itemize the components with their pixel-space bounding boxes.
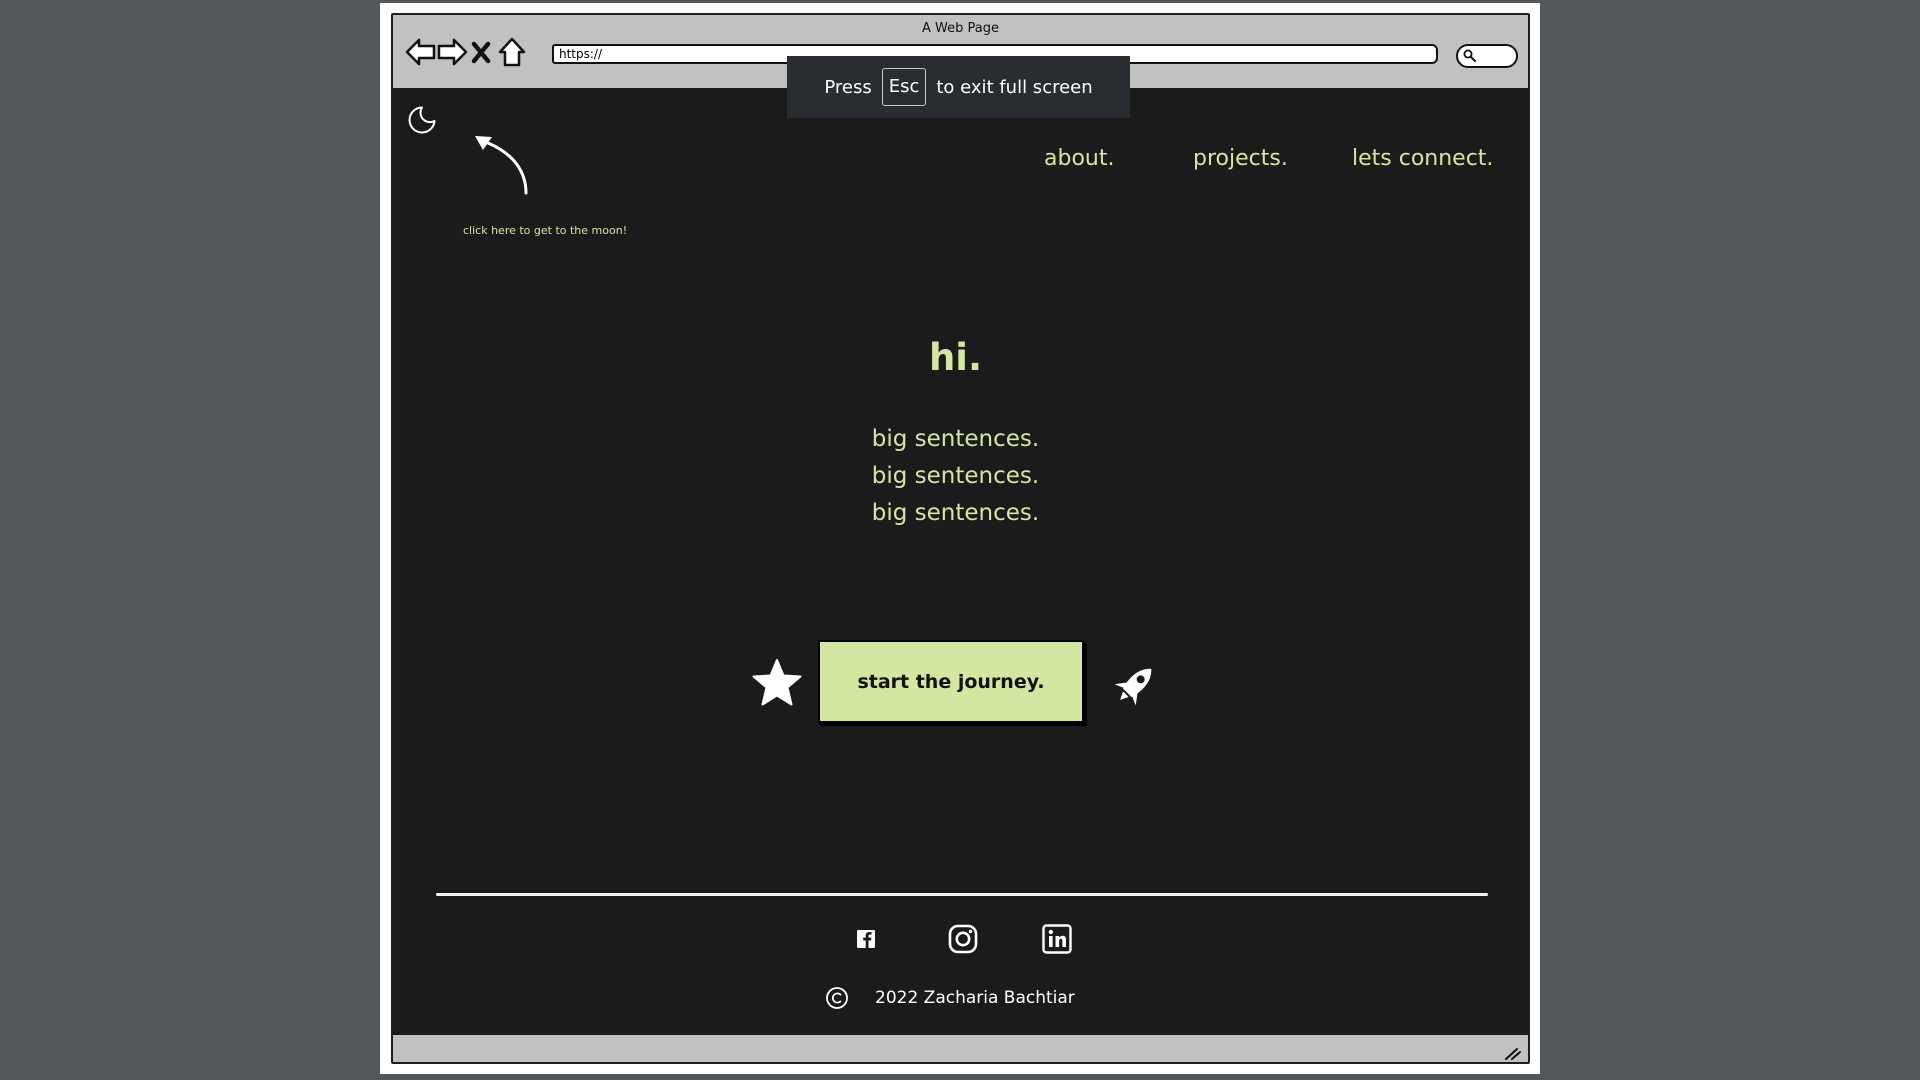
hero-lines: big sentences. big sentences. big senten… xyxy=(393,421,1528,532)
nav-projects-link[interactable]: projects. xyxy=(1193,146,1288,171)
instagram-icon[interactable] xyxy=(947,923,979,955)
star-icon xyxy=(752,659,802,706)
fullscreen-notice: Press Esc to exit full screen xyxy=(787,56,1130,118)
forward-button[interactable] xyxy=(435,35,469,69)
start-journey-button[interactable]: start the journey. xyxy=(818,640,1084,723)
url-text: https:// xyxy=(559,47,603,61)
browser-search-field[interactable] xyxy=(1456,44,1518,68)
page-viewport: click here to get to the moon! about. pr… xyxy=(393,88,1528,1035)
close-icon xyxy=(471,41,491,64)
moon-icon[interactable] xyxy=(407,105,437,135)
arrow-left-icon xyxy=(405,38,436,66)
home-icon xyxy=(498,37,526,67)
rocket-icon xyxy=(1114,668,1152,706)
facebook-icon[interactable] xyxy=(850,923,882,955)
browser-window: A Web Page https:// click here to get to… xyxy=(391,13,1530,1064)
search-icon xyxy=(1463,49,1476,62)
nav-about-link[interactable]: about. xyxy=(1044,146,1114,171)
fullscreen-notice-after: to exit full screen xyxy=(936,76,1093,98)
copyright-text: 2022 Zacharia Bachtiar xyxy=(875,988,1075,1008)
linkedin-icon[interactable] xyxy=(1041,923,1073,955)
hero-title: hi. xyxy=(928,336,983,379)
home-button[interactable] xyxy=(497,35,527,69)
copyright-icon xyxy=(826,987,848,1009)
window-title: A Web Page xyxy=(922,21,999,36)
arrow-right-icon xyxy=(437,38,468,66)
hero-line: big sentences. xyxy=(871,426,1040,452)
back-button[interactable] xyxy=(404,35,438,69)
resize-grip-icon[interactable] xyxy=(1504,1046,1522,1060)
curved-arrow-icon xyxy=(475,136,528,195)
esc-key-label: Esc xyxy=(881,68,927,106)
hero-line: big sentences. xyxy=(871,500,1040,526)
hero-line: big sentences. xyxy=(871,463,1040,489)
moon-hint: click here to get to the moon! xyxy=(463,224,628,237)
nav-connect-link[interactable]: lets connect. xyxy=(1352,146,1493,171)
fullscreen-notice-before: Press xyxy=(824,76,872,98)
footer-divider xyxy=(436,893,1488,896)
stop-button[interactable] xyxy=(467,35,495,69)
